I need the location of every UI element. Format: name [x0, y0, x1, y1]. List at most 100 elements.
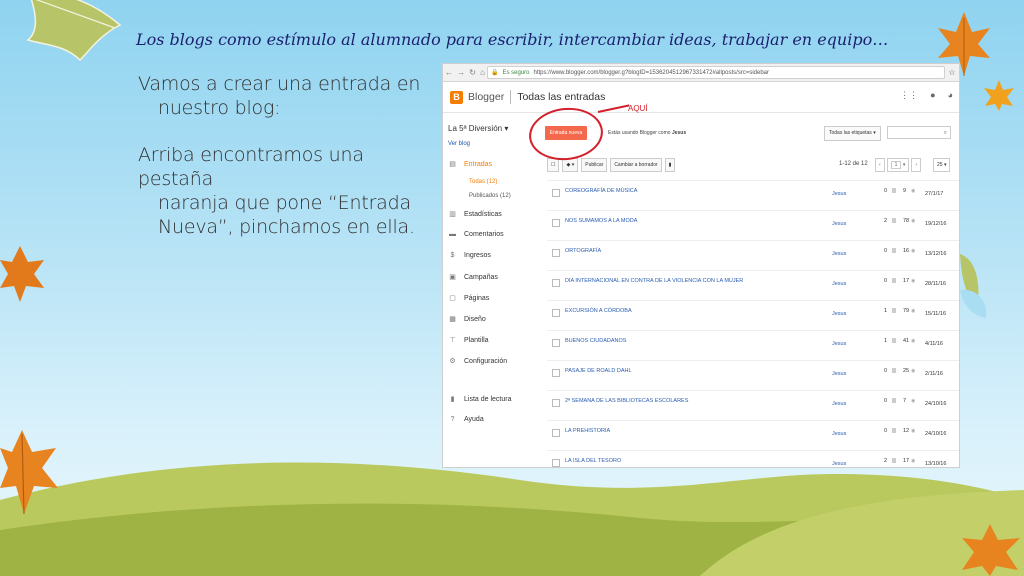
avatar[interactable]: ◕: [948, 90, 953, 101]
sidebar-item-plantilla[interactable]: ⊤ Plantilla: [448, 336, 489, 345]
post-author[interactable]: Jesus: [832, 341, 846, 347]
sidebar-item-comentarios[interactable]: ▬ Comentarios: [448, 231, 504, 238]
post-views: 9: [903, 188, 907, 194]
row-checkbox[interactable]: [552, 429, 560, 437]
paragraph-line: nuestro blog:: [158, 97, 281, 119]
post-author[interactable]: Jesus: [832, 461, 846, 467]
apps-grid-icon[interactable]: ⋮⋮: [900, 90, 918, 101]
sidebar-item-configuracion[interactable]: ⚙ Configuración: [448, 357, 507, 366]
sidebar-label: Plantilla: [464, 336, 489, 344]
notifications-icon[interactable]: ●: [930, 90, 935, 101]
green-leaf-icon: [26, 0, 122, 62]
table-row[interactable]: ORTOGRAFÍA Jesus 0 16 ◉ 13/12/16: [547, 240, 959, 271]
delete-icon[interactable]: ▮: [664, 158, 676, 172]
post-title[interactable]: PASAJE DE ROALD DAHL: [565, 368, 632, 374]
row-checkbox[interactable]: [552, 339, 560, 347]
row-checkbox[interactable]: [552, 369, 560, 377]
url-field[interactable]: 🔒 Es seguro https://www.blogger.com/blog…: [487, 66, 945, 79]
forward-icon[interactable]: →: [457, 68, 465, 77]
table-row[interactable]: PASAJE DE ROALD DAHL Jesus 0 25 ◉ 2/11/1…: [547, 360, 959, 391]
table-row[interactable]: BUENOS CIUDADANOS Jesus 1 41 ◉ 4/11/16: [547, 330, 959, 361]
template-icon: ⊤: [449, 337, 456, 344]
sidebar-item-estadisticas[interactable]: ▥ Estadísticas: [448, 210, 502, 219]
post-views: 12: [903, 428, 910, 434]
post-comments: 2: [884, 458, 888, 464]
blogger-header: B Blogger Todas las entradas ⋮⋮ ● ◕: [443, 82, 959, 113]
small-leaf-icon: [984, 80, 1014, 111]
comments-icon: [892, 188, 896, 193]
reload-icon[interactable]: ↻: [469, 68, 476, 77]
row-checkbox[interactable]: [552, 279, 560, 287]
next-page-icon[interactable]: ›: [911, 158, 922, 172]
sidebar-item-diseno[interactable]: ▦ Diseño: [448, 315, 486, 324]
post-title[interactable]: NOS SUMAMOS A LA MODA: [565, 218, 637, 224]
table-row[interactable]: EXCURSIÓN A CÓRDOBA Jesus 1 79 ◉ 15/11/1…: [547, 300, 959, 331]
row-checkbox[interactable]: [552, 249, 560, 257]
comments-icon: [892, 278, 896, 283]
back-icon[interactable]: ←: [445, 68, 453, 77]
sidebar-item-campanas[interactable]: ▣ Campañas: [448, 273, 498, 282]
page-number[interactable]: 1 ▾: [886, 158, 910, 172]
post-title[interactable]: LA ISLA DEL TESORO: [565, 458, 621, 464]
publish-button[interactable]: Publicar: [581, 158, 608, 172]
views-icon: ◉: [911, 368, 916, 374]
post-title[interactable]: BUENOS CIUDADANOS: [565, 338, 626, 344]
table-row[interactable]: DÍA INTERNACIONAL EN CONTRA DE LA VIOLEN…: [547, 270, 959, 301]
post-title[interactable]: DÍA INTERNACIONAL EN CONTRA DE LA VIOLEN…: [565, 278, 743, 284]
post-comments: 1: [884, 308, 888, 314]
revert-draft-button[interactable]: Cambiar a borrador: [610, 158, 662, 172]
paragraph-line: naranja que pone “Entrada: [158, 192, 411, 214]
prev-page-icon[interactable]: ‹: [875, 158, 885, 172]
post-author[interactable]: Jesus: [832, 431, 846, 437]
sidebar-item-entradas[interactable]: ▤ Entradas: [448, 160, 492, 169]
sidebar-sub-published[interactable]: Publicados (12): [469, 193, 511, 199]
per-page-value: 25: [937, 162, 943, 168]
post-title[interactable]: LA PREHISTORIA: [565, 428, 610, 434]
home-icon[interactable]: ⌂: [480, 68, 485, 77]
post-title[interactable]: EXCURSIÓN A CÓRDOBA: [565, 308, 632, 314]
table-row[interactable]: LA ISLA DEL TESORO Jesus 2 17 ◉ 13/10/16: [547, 450, 959, 467]
post-author[interactable]: Jesus: [832, 401, 846, 407]
sidebar-sub-all[interactable]: Todas (12): [469, 179, 497, 185]
sidebar-label: Diseño: [464, 315, 486, 323]
row-checkbox[interactable]: [552, 189, 560, 197]
layout-icon: ▦: [449, 316, 456, 323]
post-author[interactable]: Jesus: [832, 221, 846, 227]
dollar-icon: $: [450, 252, 455, 259]
help-icon: ?: [450, 416, 455, 423]
table-row[interactable]: NOS SUMAMOS A LA MODA Jesus 2 78 ◉ 19/12…: [547, 210, 959, 241]
star-icon[interactable]: ☆: [945, 68, 959, 77]
row-checkbox[interactable]: [552, 309, 560, 317]
row-checkbox[interactable]: [552, 399, 560, 407]
select-all-checkbox[interactable]: ☐: [547, 158, 560, 172]
table-row[interactable]: LA PREHISTORIA Jesus 0 12 ◉ 24/10/16: [547, 420, 959, 451]
table-row[interactable]: 2ª SEMANA DE LAS BIBLIOTECAS ESCOLARES J…: [547, 390, 959, 421]
post-comments: 2: [884, 218, 888, 224]
table-row[interactable]: COREOGRAFÍA DE MÚSICA Jesus 0 9 ◉ 27/1/1…: [547, 180, 959, 211]
sidebar-item-ingresos[interactable]: $ Ingresos: [448, 252, 491, 259]
post-views: 16: [903, 248, 910, 254]
views-icon: ◉: [911, 248, 916, 254]
post-author[interactable]: Jesus: [832, 371, 846, 377]
post-author[interactable]: Jesus: [832, 281, 846, 287]
post-author[interactable]: Jesus: [832, 251, 846, 257]
row-checkbox[interactable]: [552, 219, 560, 227]
post-title[interactable]: ORTOGRAFÍA: [565, 248, 601, 254]
post-author[interactable]: Jesus: [832, 311, 846, 317]
post-author[interactable]: Jesus: [832, 191, 846, 197]
blog-selector[interactable]: La 5ª Diversión ▾: [448, 124, 508, 133]
pages-icon: ▢: [449, 295, 456, 302]
blogger-logo-icon[interactable]: B: [450, 90, 463, 104]
comments-icon: [892, 338, 896, 343]
sidebar-item-ayuda[interactable]: ? Ayuda: [448, 416, 484, 423]
sidebar-item-paginas[interactable]: ▢ Páginas: [448, 294, 489, 303]
post-title[interactable]: 2ª SEMANA DE LAS BIBLIOTECAS ESCOLARES: [565, 398, 688, 404]
paragraph-line: Nueva”, pinchamos en ella.: [158, 216, 415, 238]
post-title[interactable]: COREOGRAFÍA DE MÚSICA: [565, 188, 637, 194]
per-page-select[interactable]: 25 ▾: [933, 158, 951, 172]
sidebar-item-lista-lectura[interactable]: ▮ Lista de lectura: [448, 395, 512, 404]
search-input[interactable]: ⌕: [887, 126, 951, 139]
row-checkbox[interactable]: [552, 459, 560, 467]
label-filter-dropdown[interactable]: Todas las etiquetas ▾: [824, 126, 881, 141]
view-blog-link[interactable]: Ver blog: [448, 141, 470, 147]
